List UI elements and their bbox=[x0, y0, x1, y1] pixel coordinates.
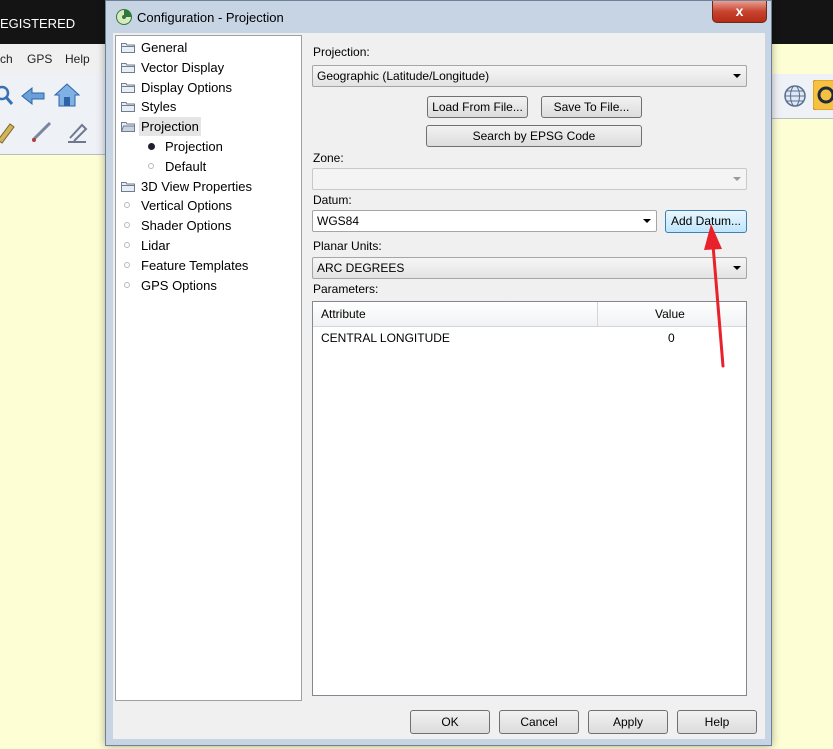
annotation-arrow-icon bbox=[704, 224, 725, 368]
